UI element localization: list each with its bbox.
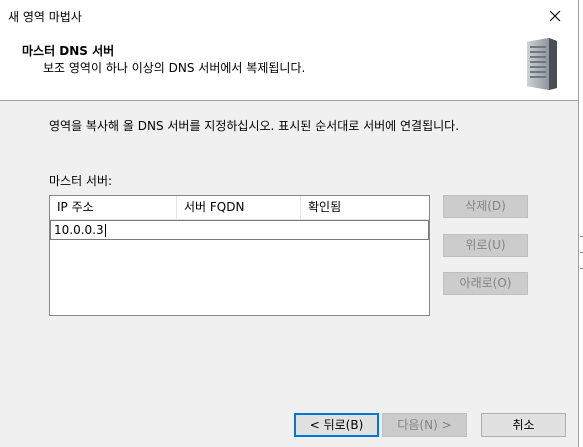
cancel-button[interactable]: 취소 [481,413,566,437]
page-subtitle: 보조 영역이 하나 이상의 DNS 서버에서 복제됩니다. [43,61,306,75]
list-item[interactable]: 10.0.0.3 [50,220,429,240]
page-title: 마스터 DNS 서버 [22,44,115,58]
move-up-button[interactable]: 위로(U) [443,234,528,257]
column-validated[interactable]: 확인됨 [301,196,429,219]
server-icon [527,38,557,90]
ip-address-input[interactable]: 10.0.0.3 [54,222,106,238]
list-header: IP 주소 서버 FQDN 확인됨 [50,196,429,220]
wizard-header: 마스터 DNS 서버 보조 영역이 하나 이상의 DNS 서버에서 복제됩니다. [0,31,578,101]
text-caret [104,224,106,237]
ip-address-value: 10.0.0.3 [54,223,104,237]
move-down-button[interactable]: 아래로(O) [443,272,528,295]
close-button[interactable] [532,0,578,31]
column-server-fqdn[interactable]: 서버 FQDN [177,196,301,219]
master-servers-label: 마스터 서버: [49,174,113,188]
next-button[interactable]: 다음(N) > [382,413,467,437]
master-servers-list[interactable]: IP 주소 서버 FQDN 확인됨 10.0.0.3 [49,195,430,316]
column-ip-address[interactable]: IP 주소 [50,196,177,219]
instruction-text: 영역을 복사해 올 DNS 서버를 지정하십시오. 표시된 순서대로 서버에 연… [49,119,460,133]
close-icon [549,10,561,21]
window-title: 새 영역 마법사 [8,10,82,24]
new-zone-wizard-window: 새 영역 마법사 마스터 DNS 서버 보조 영역이 하나 이상의 DNS 서버… [0,0,579,447]
title-bar: 새 영역 마법사 [0,0,578,31]
back-button[interactable]: < 뒤로(B) [294,413,379,437]
delete-button[interactable]: 삭제(D) [443,195,528,218]
